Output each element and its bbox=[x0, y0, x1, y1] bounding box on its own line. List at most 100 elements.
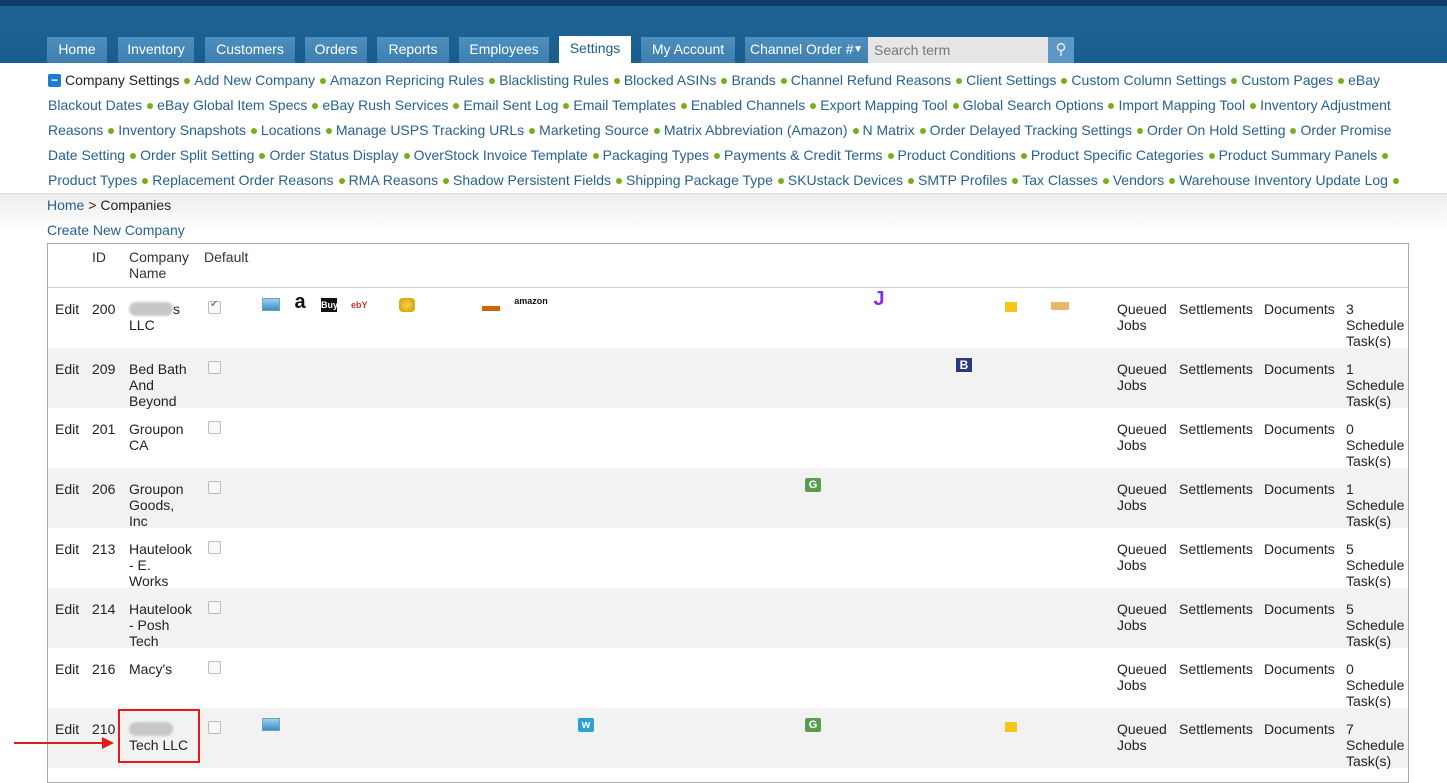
settlements-link[interactable]: Settlements bbox=[1179, 301, 1253, 317]
edit-link[interactable]: Edit bbox=[55, 361, 79, 377]
default-checkbox[interactable] bbox=[208, 601, 221, 614]
schedule-tasks-link[interactable]: 5 Schedule Task(s) bbox=[1346, 541, 1404, 589]
tab-settings[interactable]: Settings bbox=[559, 36, 631, 63]
settings-link[interactable]: Custom Column Settings bbox=[1071, 72, 1226, 88]
settings-link[interactable]: SKUstack Devices bbox=[788, 172, 903, 188]
schedule-tasks-link[interactable]: 0 Schedule Task(s) bbox=[1346, 661, 1404, 709]
tab-inventory[interactable]: Inventory bbox=[118, 37, 194, 63]
edit-link[interactable]: Edit bbox=[55, 601, 79, 617]
settlements-link[interactable]: Settlements bbox=[1179, 721, 1253, 737]
schedule-tasks-link[interactable]: 1 Schedule Task(s) bbox=[1346, 481, 1404, 529]
edit-link[interactable]: Edit bbox=[55, 481, 79, 497]
settings-link[interactable]: Channel Refund Reasons bbox=[791, 72, 951, 88]
edit-link[interactable]: Edit bbox=[55, 661, 79, 677]
settlements-link[interactable]: Settlements bbox=[1179, 601, 1253, 617]
settings-link[interactable]: Product Types bbox=[48, 172, 137, 188]
settings-link[interactable]: eBay Rush Services bbox=[322, 97, 448, 113]
settings-link[interactable]: Order Delayed Tracking Settings bbox=[930, 122, 1132, 138]
schedule-tasks-link[interactable]: 1 Schedule Task(s) bbox=[1346, 361, 1404, 409]
settings-link[interactable]: N Matrix bbox=[863, 122, 915, 138]
settings-link[interactable]: Tax Classes bbox=[1022, 172, 1097, 188]
schedule-tasks-link[interactable]: 5 Schedule Task(s) bbox=[1346, 601, 1404, 649]
settings-link[interactable]: Global Search Options bbox=[963, 97, 1104, 113]
schedule-tasks-link[interactable]: 7 Schedule Task(s) bbox=[1346, 721, 1404, 769]
edit-link[interactable]: Edit bbox=[55, 541, 79, 557]
settings-link[interactable]: SMTP Profiles bbox=[918, 172, 1007, 188]
edit-link[interactable]: Edit bbox=[55, 301, 79, 317]
settlements-link[interactable]: Settlements bbox=[1179, 361, 1253, 377]
queued-jobs-link[interactable]: Queued Jobs bbox=[1117, 301, 1167, 333]
settlements-link[interactable]: Settlements bbox=[1179, 481, 1253, 497]
documents-link[interactable]: Documents bbox=[1264, 601, 1335, 617]
settings-link[interactable]: Product Summary Panels bbox=[1219, 147, 1378, 163]
tab-reports[interactable]: Reports bbox=[377, 37, 449, 63]
settlements-link[interactable]: Settlements bbox=[1179, 661, 1253, 677]
settings-link[interactable]: Locations bbox=[261, 122, 321, 138]
default-checkbox[interactable] bbox=[208, 661, 221, 674]
tab-my-account[interactable]: My Account bbox=[641, 37, 735, 63]
settlements-link[interactable]: Settlements bbox=[1179, 541, 1253, 557]
breadcrumb-home[interactable]: Home bbox=[47, 197, 84, 213]
settings-link[interactable]: eBay Global Item Specs bbox=[157, 97, 307, 113]
settings-link[interactable]: Email Templates bbox=[573, 97, 675, 113]
documents-link[interactable]: Documents bbox=[1264, 721, 1335, 737]
queued-jobs-link[interactable]: Queued Jobs bbox=[1117, 661, 1167, 693]
settings-link[interactable]: Marketing Source bbox=[539, 122, 649, 138]
settings-link[interactable]: Order Split Setting bbox=[140, 147, 254, 163]
search-button[interactable]: ⚲ bbox=[1048, 37, 1074, 63]
settings-link[interactable]: Custom Pages bbox=[1241, 72, 1333, 88]
default-checkbox[interactable] bbox=[208, 721, 221, 734]
settings-link[interactable]: Blacklisting Rules bbox=[499, 72, 609, 88]
documents-link[interactable]: Documents bbox=[1264, 661, 1335, 677]
settings-link[interactable]: Packaging Types bbox=[603, 147, 709, 163]
settings-link[interactable]: Matrix Abbreviation (Amazon) bbox=[664, 122, 848, 138]
queued-jobs-link[interactable]: Queued Jobs bbox=[1117, 541, 1167, 573]
settings-link[interactable]: Payments & Credit Terms bbox=[724, 147, 882, 163]
queued-jobs-link[interactable]: Queued Jobs bbox=[1117, 361, 1167, 393]
edit-link[interactable]: Edit bbox=[55, 421, 79, 437]
create-new-company-link[interactable]: Create New Company bbox=[47, 222, 185, 238]
schedule-tasks-link[interactable]: 0 Schedule Task(s) bbox=[1346, 421, 1404, 469]
default-checkbox[interactable] bbox=[208, 541, 221, 554]
settings-link[interactable]: Brands bbox=[731, 72, 775, 88]
settings-link[interactable]: Enabled Channels bbox=[691, 97, 805, 113]
settings-link[interactable]: Export Mapping Tool bbox=[820, 97, 947, 113]
documents-link[interactable]: Documents bbox=[1264, 421, 1335, 437]
settings-link[interactable]: Add New Company bbox=[194, 72, 315, 88]
documents-link[interactable]: Documents bbox=[1264, 481, 1335, 497]
channel-order-select[interactable]: Channel Order # ▼ bbox=[745, 37, 868, 63]
documents-link[interactable]: Documents bbox=[1264, 301, 1335, 317]
queued-jobs-link[interactable]: Queued Jobs bbox=[1117, 721, 1167, 753]
settings-link[interactable]: Shadow Persistent Fields bbox=[453, 172, 611, 188]
queued-jobs-link[interactable]: Queued Jobs bbox=[1117, 421, 1167, 453]
schedule-tasks-link[interactable]: 3 Schedule Task(s) bbox=[1346, 301, 1404, 349]
queued-jobs-link[interactable]: Queued Jobs bbox=[1117, 481, 1167, 513]
settings-link[interactable]: Order On Hold Setting bbox=[1147, 122, 1286, 138]
default-checkbox[interactable] bbox=[208, 361, 221, 374]
tab-customers[interactable]: Customers bbox=[205, 37, 295, 63]
settings-link[interactable]: Blocked ASINs bbox=[624, 72, 717, 88]
settings-link[interactable]: Order Status Display bbox=[269, 147, 398, 163]
settings-link[interactable]: Email Sent Log bbox=[463, 97, 558, 113]
tab-home[interactable]: Home bbox=[47, 37, 107, 63]
default-checkbox[interactable] bbox=[208, 481, 221, 494]
queued-jobs-link[interactable]: Queued Jobs bbox=[1117, 601, 1167, 633]
default-checkbox[interactable] bbox=[208, 421, 221, 434]
collapse-icon[interactable]: − bbox=[48, 74, 61, 87]
settings-link[interactable]: RMA Reasons bbox=[349, 172, 438, 188]
tab-employees[interactable]: Employees bbox=[459, 37, 549, 63]
settings-link[interactable]: Warehouse Inventory Update Log bbox=[1179, 172, 1388, 188]
settings-link[interactable]: Shipping Package Type bbox=[626, 172, 773, 188]
edit-link[interactable]: Edit bbox=[55, 721, 79, 737]
tab-orders[interactable]: Orders bbox=[305, 37, 367, 63]
settings-link[interactable]: Vendors bbox=[1113, 172, 1164, 188]
documents-link[interactable]: Documents bbox=[1264, 361, 1335, 377]
settlements-link[interactable]: Settlements bbox=[1179, 421, 1253, 437]
default-checkbox[interactable] bbox=[208, 299, 221, 314]
settings-link[interactable]: Product Conditions bbox=[898, 147, 1016, 163]
settings-link[interactable]: Product Specific Categories bbox=[1031, 147, 1204, 163]
documents-link[interactable]: Documents bbox=[1264, 541, 1335, 557]
settings-link[interactable]: Amazon Repricing Rules bbox=[330, 72, 484, 88]
settings-link[interactable]: Manage USPS Tracking URLs bbox=[336, 122, 524, 138]
settings-link[interactable]: OverStock Invoice Template bbox=[414, 147, 588, 163]
